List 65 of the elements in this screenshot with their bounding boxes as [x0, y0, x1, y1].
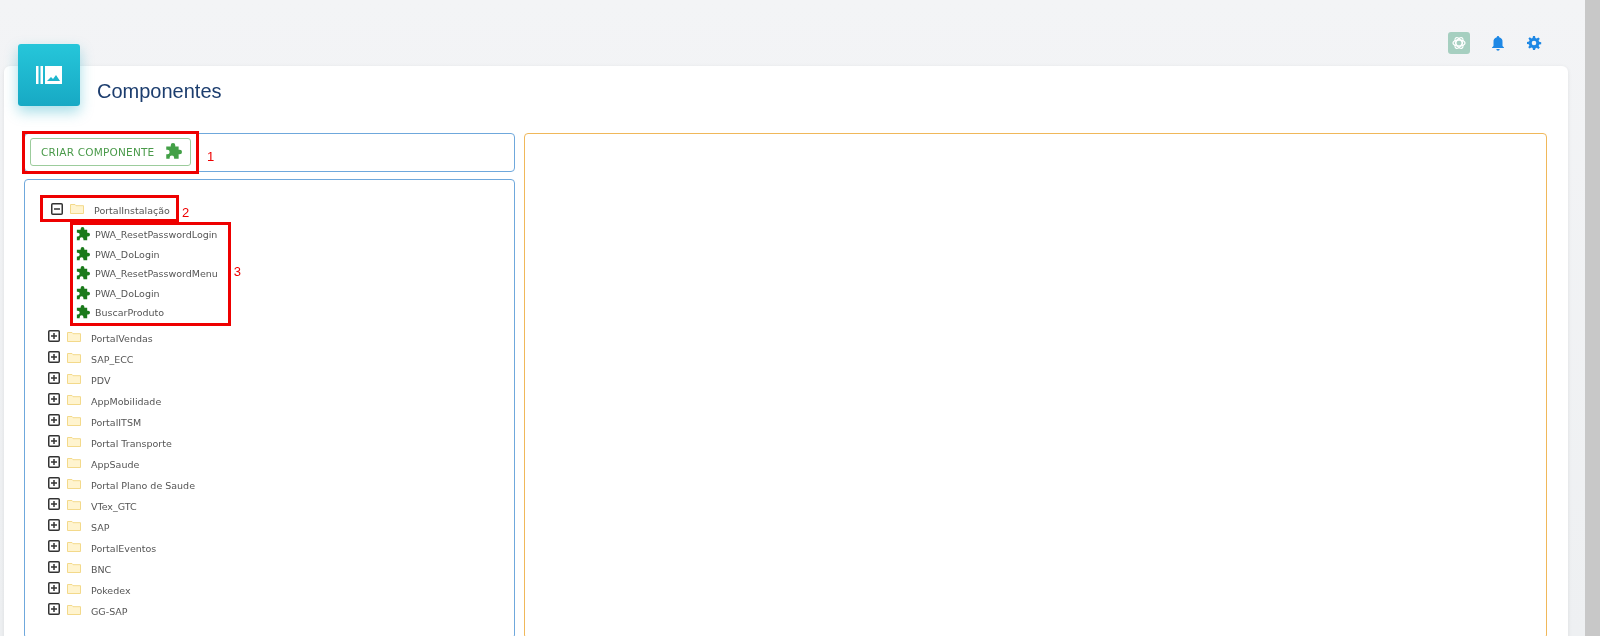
expand-icon[interactable] [48, 456, 60, 468]
tree-item[interactable]: Portal Transporte [91, 437, 172, 449]
page-title: Componentes [97, 80, 222, 103]
expand-icon[interactable] [48, 603, 60, 615]
annotation-number: 2 [181, 205, 190, 220]
tree-item[interactable]: BNC [91, 563, 112, 575]
puzzle-icon [75, 246, 90, 262]
expand-icon[interactable] [48, 330, 60, 342]
folder-icon [67, 351, 81, 363]
tree-item[interactable]: AppMobilidade [91, 395, 162, 407]
create-component-button[interactable]: CRIAR COMPONENTE [30, 138, 192, 166]
puzzle-icon [75, 305, 90, 321]
tree-item[interactable]: PWA_DoLogin [95, 248, 160, 260]
puzzle-icon [75, 266, 90, 282]
expand-icon[interactable] [48, 435, 60, 447]
collapse-icon[interactable] [51, 202, 63, 215]
annotation-number: 3 [233, 264, 242, 280]
folder-icon [67, 414, 81, 426]
tree-item[interactable]: PortalVendas [91, 332, 153, 344]
tree-item[interactable]: SAP [91, 521, 110, 533]
folder-icon [67, 435, 81, 447]
expand-icon[interactable] [48, 561, 60, 573]
folder-icon [67, 498, 81, 510]
expand-icon[interactable] [48, 498, 60, 510]
folder-icon [67, 393, 81, 405]
expand-icon[interactable] [48, 393, 60, 405]
folder-icon [70, 203, 84, 214]
tree-item[interactable]: PWA_DoLogin [95, 287, 160, 299]
puzzle-icon [75, 227, 90, 243]
expand-icon[interactable] [48, 414, 60, 426]
tree-item[interactable]: VTex_GTC [91, 500, 137, 512]
tree-item[interactable]: PortalEventos [91, 542, 157, 554]
settings-icon[interactable] [1526, 35, 1542, 51]
tree-item[interactable]: PortalInstalação [94, 205, 170, 216]
folder-icon [67, 456, 81, 468]
folder-icon [67, 477, 81, 489]
folder-icon [67, 540, 81, 552]
tree-item[interactable]: PortalITSM [91, 416, 142, 428]
folder-icon [67, 519, 81, 531]
tree-item[interactable]: GG-SAP [91, 605, 128, 617]
folder-icon [67, 372, 81, 384]
expand-icon[interactable] [48, 372, 60, 384]
expand-icon[interactable] [48, 519, 60, 531]
tree-item[interactable]: SAP_ECC [91, 353, 134, 365]
expand-icon[interactable] [48, 477, 60, 489]
gallery-icon [36, 66, 62, 84]
tree-item[interactable]: Portal Plano de Saude [91, 479, 195, 491]
puzzle-icon [164, 143, 183, 161]
folder-icon [67, 582, 81, 594]
folder-icon [67, 330, 81, 342]
tree-item[interactable]: PWA_ResetPasswordMenu [95, 268, 218, 280]
annotation-number: 1 [207, 149, 215, 164]
expand-icon[interactable] [48, 582, 60, 594]
folder-icon [67, 561, 81, 573]
tree-item[interactable]: Pokedex [91, 584, 131, 596]
expand-icon[interactable] [48, 540, 60, 552]
notification-bell-icon[interactable] [1490, 35, 1506, 51]
folder-icon [67, 603, 81, 615]
tree-item[interactable]: AppSaude [91, 458, 140, 470]
tree-item[interactable]: PDV [91, 374, 111, 386]
tree-item[interactable]: BuscarProduto [95, 307, 165, 319]
scrollbar[interactable] [1585, 0, 1600, 636]
puzzle-icon [75, 285, 90, 301]
tree-item[interactable]: PWA_ResetPasswordLogin [95, 229, 218, 241]
expand-icon[interactable] [48, 351, 60, 363]
